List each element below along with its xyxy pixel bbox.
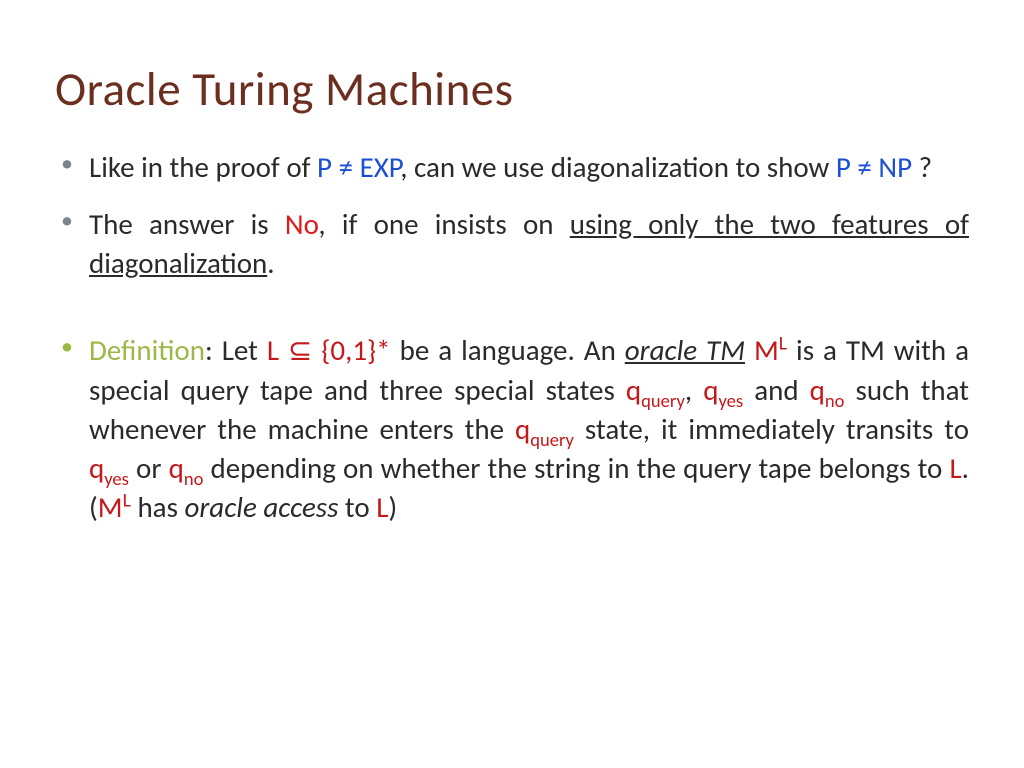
text: be a language. An — [391, 332, 625, 368]
l-superscript: L — [779, 332, 787, 356]
text: ? — [912, 149, 932, 185]
text: has — [131, 489, 185, 525]
slide-title: Oracle Turing Machines — [55, 60, 969, 118]
text: The answer is — [89, 206, 285, 242]
q-query: qquery — [626, 372, 685, 408]
q: q — [515, 411, 530, 447]
q: q — [626, 372, 641, 408]
bullet-1: Like in the proof of P ≠ EXP, can we use… — [55, 148, 969, 187]
text: depending on whether the string in the q… — [203, 450, 949, 486]
l-subset: L ⊆ {0,1}* — [267, 332, 391, 368]
text: : Let — [205, 332, 267, 368]
text: state, it immediately transits to — [574, 411, 969, 447]
text: ) — [388, 489, 397, 525]
text: . — [267, 245, 274, 281]
bullet-list: Like in the proof of P ≠ EXP, can we use… — [55, 148, 969, 527]
q-yes-2: qyes — [89, 450, 129, 486]
q: q — [703, 372, 718, 408]
l-superscript: L — [123, 488, 131, 512]
answer-no: No — [285, 206, 319, 242]
text: to — [338, 489, 376, 525]
sub-yes: yes — [104, 467, 129, 490]
q: q — [89, 450, 104, 486]
oracle-access-term: oracle access — [184, 489, 338, 525]
oracle-tm-term: oracle TM — [625, 332, 745, 368]
sub-no: no — [825, 388, 845, 411]
sub-query: query — [641, 388, 685, 411]
text — [745, 332, 754, 368]
q-no-2: qno — [169, 450, 204, 486]
p-neq-np: P ≠ NP — [836, 149, 912, 185]
l-ref-2: L — [376, 489, 388, 525]
bullet-2: The answer is No, if one insists on usin… — [55, 205, 969, 283]
m: M — [754, 332, 779, 368]
m-sup-l-2: ML — [98, 489, 131, 525]
bullet-3-definition: Definition: Let L ⊆ {0,1}* be a language… — [55, 331, 969, 527]
q-query-2: qquery — [515, 411, 574, 447]
p-neq-exp: P ≠ EXP — [317, 149, 400, 185]
text: , — [685, 372, 703, 408]
text: and — [743, 372, 810, 408]
sub-yes: yes — [718, 388, 743, 411]
m: M — [98, 489, 123, 525]
text: Like in the proof of — [89, 149, 317, 185]
sub-query: query — [530, 428, 574, 451]
q-no: qno — [810, 372, 845, 408]
q-yes: qyes — [703, 372, 743, 408]
text: or — [129, 450, 169, 486]
sub-no: no — [184, 467, 204, 490]
q: q — [169, 450, 184, 486]
definition-label: Definition — [89, 332, 205, 368]
l-ref: L — [949, 450, 961, 486]
m-sup-l: ML — [754, 332, 787, 368]
text: , can we use diagonalization to show — [400, 149, 836, 185]
text: , if one insists on — [318, 206, 569, 242]
q: q — [810, 372, 825, 408]
